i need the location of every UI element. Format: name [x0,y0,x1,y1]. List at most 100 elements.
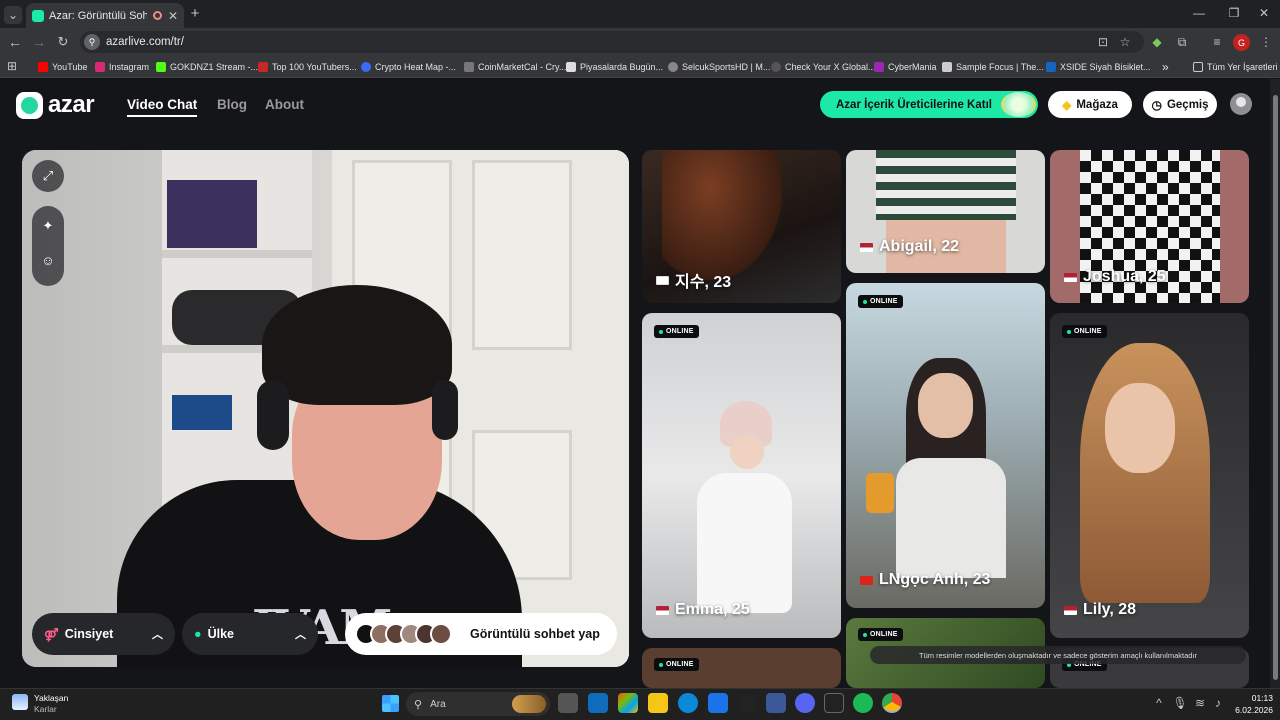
online-badge: ONLINE [1062,325,1107,338]
maximize-icon[interactable]: ❐ [1227,6,1241,20]
profile-card[interactable]: 지수, 23 [642,150,841,303]
bookmark-item[interactable]: CoinMarketCal - Cry... [464,58,566,75]
extensions-icon[interactable]: ⧉ [1175,35,1189,49]
spotify-icon[interactable] [853,693,873,713]
join-creators-button[interactable]: Azar İçerik Üreticilerine Katıl [820,91,1038,118]
microphone-icon[interactable]: 🎙 [1172,696,1187,710]
browser-tab[interactable]: Azar: Görüntülü Sohbet & V ✕ [26,3,184,28]
profile-card[interactable]: ONLINE Lily, 28 [1050,313,1249,638]
bookmark-item[interactable]: GOKDNZ1 Stream -... [156,58,258,75]
bookmark-item[interactable]: CyberMania [874,58,937,75]
nav-blog[interactable]: Blog [217,97,247,112]
gender-icon: ⚤ [44,627,59,642]
clock-time[interactable]: 01:13 [1233,693,1273,703]
store-app-icon[interactable] [708,693,728,713]
media-controls-icon[interactable]: ≡ [1210,35,1224,49]
flag-kr-icon [656,275,669,285]
chevron-up-icon: ︿ [295,629,306,641]
sticker-face-icon[interactable]: ☺ [32,246,64,274]
weather-icon[interactable] [12,694,28,710]
extension-green-icon[interactable]: ◆ [1150,35,1164,49]
chrome-icon[interactable] [882,693,902,713]
nav-about[interactable]: About [265,97,304,112]
address-bar[interactable]: ⚲ azarlive.com/tr/ [80,31,1144,53]
profile-card[interactable]: ONLINE [642,648,841,688]
wifi-icon[interactable]: ≋ [1194,696,1206,710]
bookmark-item[interactable]: Instagram [95,58,149,75]
samplefocus-icon [942,61,952,72]
site-info-icon[interactable]: ⚲ [84,34,100,50]
volume-icon[interactable]: ♪ [1212,696,1224,710]
online-badge: ONLINE [858,628,903,641]
windows-start-icon[interactable] [382,695,399,712]
bookmark-item[interactable]: YouTube [38,58,87,75]
bookmark-item[interactable]: Top 100 YouTubers... [258,58,357,75]
forward-icon[interactable]: → [32,34,46,50]
bookmark-star-icon[interactable]: ☆ [1118,35,1132,49]
tab-title: Azar: Görüntülü Sohbet & V [49,9,147,22]
bookmark-item[interactable]: XSIDE Siyah Bisiklet... [1046,58,1151,75]
edge-icon[interactable] [678,693,698,713]
crypto-icon [361,61,371,72]
bookmark-item[interactable]: Crypto Heat Map -... [361,58,456,75]
magic-wand-icon[interactable]: ✦ [32,206,64,246]
tab-close-icon[interactable]: ✕ [168,9,178,23]
nav-video-chat[interactable]: Video Chat [127,97,198,117]
store-button[interactable]: ◆ Mağaza [1048,91,1132,118]
fullscreen-button[interactable]: ⤢ [32,160,64,192]
bookmarks-overflow-button[interactable]: » [1162,58,1169,75]
window-close-icon[interactable]: ✕ [1257,6,1271,20]
task-view-icon[interactable] [558,693,578,713]
camera-preview: ĮVAM ⤢ ✦ ☺ [22,150,629,667]
file-explorer-icon[interactable] [648,693,668,713]
profile-card[interactable]: ONLINE Emma, 25 [642,313,841,638]
weather-title: Yaklaşan [34,693,69,703]
outlook-icon[interactable] [588,693,608,713]
all-bookmarks-folder[interactable]: Tüm Yer İşaretleri [1193,58,1278,75]
bookmark-item[interactable]: Check Your X Global... [771,58,876,75]
tab-search-icon[interactable]: ⌄ [4,6,22,24]
tray-overflow-icon[interactable]: ^ [1153,696,1165,710]
scrollbar-thumb[interactable] [1273,95,1278,680]
bookmark-item[interactable]: Sample Focus | The... [942,58,1044,75]
profile-card[interactable]: ONLINE LNgọc Anh, 23 [846,283,1045,608]
gender-filter[interactable]: ⚤ Cinsiyet ︿ [32,613,175,655]
steam-icon[interactable] [738,693,758,713]
flag-vn-icon [860,575,873,585]
taskbar-search[interactable]: ⚲ Ara [406,692,550,716]
profile-card[interactable]: Joshua, 25 [1050,150,1249,303]
flag-us-icon [656,605,669,615]
browser-menu-icon[interactable]: ⋮ [1259,35,1273,49]
selcuksports-icon [668,61,678,72]
next-app-icon[interactable] [824,693,844,713]
new-tab-icon[interactable]: + [188,5,202,22]
back-icon[interactable]: ← [8,34,22,50]
start-video-chat-button[interactable]: Görüntülü sohbet yap [345,613,617,655]
creator-badge-icon [1001,92,1036,117]
app-icon[interactable] [766,693,786,713]
minimize-icon[interactable]: — [1192,6,1206,20]
gender-label: Cinsiyet [64,627,114,641]
country-filter[interactable]: ● Ülke ︿ [182,613,318,655]
bookmark-item[interactable]: SelcukSportsHD | M... [668,58,770,75]
country-label: Ülke [207,627,234,641]
user-avatar[interactable] [1230,93,1252,115]
discord-icon[interactable] [795,693,815,713]
start-chat-label: Görüntülü sohbet yap [470,627,600,641]
bookmark-item[interactable]: Piyasalarda Bugün... [566,58,663,75]
install-app-icon[interactable]: ⊡ [1096,35,1110,49]
recording-icon [152,11,162,20]
history-button[interactable]: ◷ Geçmiş [1143,91,1217,118]
avatar-stack [355,623,452,645]
reload-icon[interactable]: ↻ [56,34,70,49]
profile-avatar[interactable]: G [1233,34,1250,51]
apps-grid-icon[interactable]: ⊞ [6,59,18,73]
profile-name: Joshua, 25 [1064,268,1166,286]
youtubers-icon [258,61,268,72]
page-scrollbar[interactable] [1270,79,1280,688]
online-badge: ONLINE [858,295,903,308]
azar-logo[interactable]: azar [16,91,95,119]
copilot-icon[interactable] [618,693,638,713]
clock-date[interactable]: 6.02.2026 [1225,705,1273,715]
profile-card[interactable]: Abigail, 22 [846,150,1045,273]
